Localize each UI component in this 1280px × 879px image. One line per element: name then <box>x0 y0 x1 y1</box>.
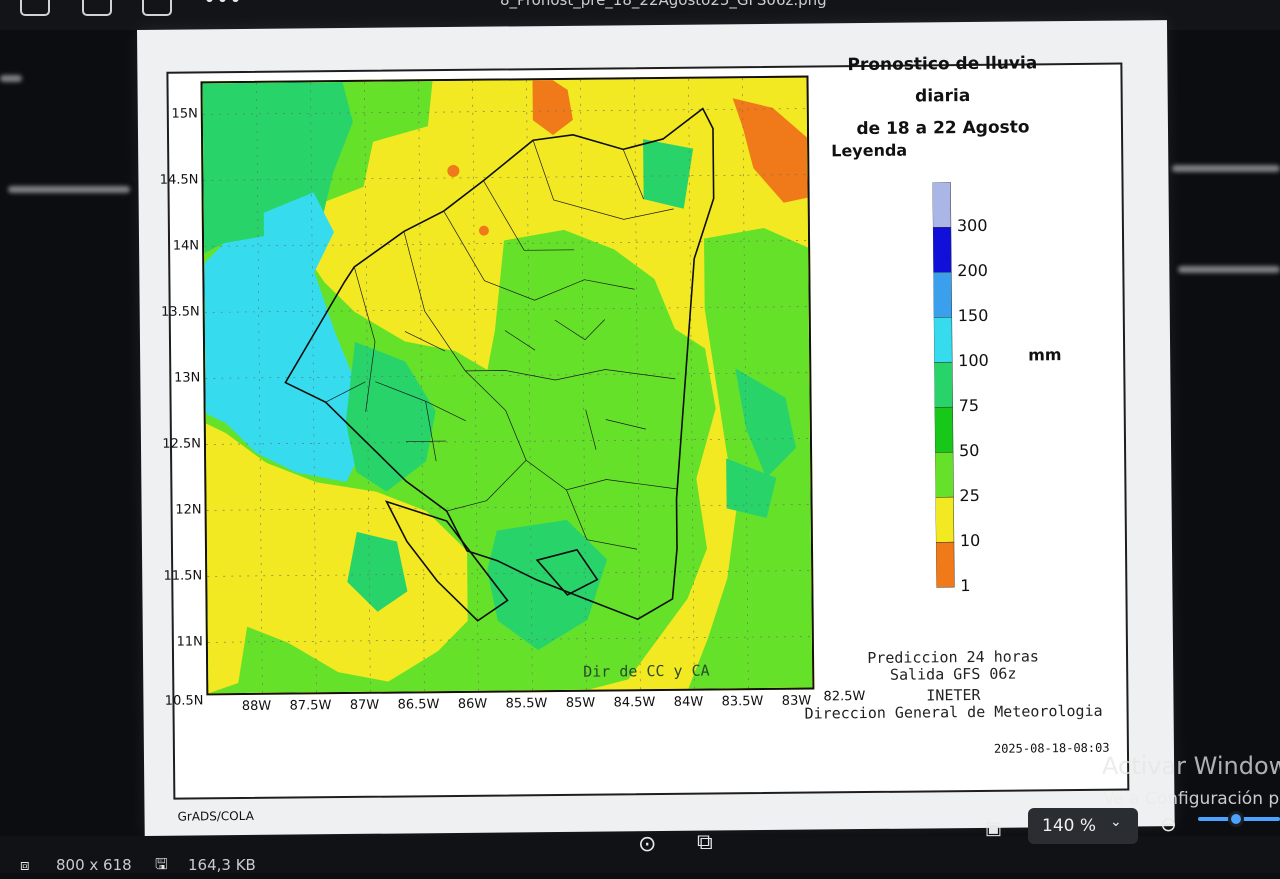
agency-info: INETER Direccion General de Meteorologia <box>803 686 1103 723</box>
lat-label: 15N <box>171 106 198 122</box>
forecast-info: Prediccion 24 horas Salida GFS 06z <box>803 647 1103 685</box>
legend-title: Leyenda <box>831 140 908 161</box>
source-label: Dir de CC y CA <box>583 661 710 681</box>
zoom-slider[interactable] <box>1198 811 1280 827</box>
lat-label: 12N <box>175 502 202 518</box>
image-dimensions: 800 x 618 <box>56 856 132 874</box>
lon-label: 86W <box>457 696 488 712</box>
software-credit: GrADS/COLA <box>177 808 254 824</box>
legend-level: 25 <box>959 485 980 506</box>
legend-level: 50 <box>958 440 980 461</box>
legend-level: 200 <box>957 260 988 281</box>
more-options-icon[interactable]: ••• <box>203 0 242 13</box>
lat-label: 12.5N <box>162 436 202 452</box>
fit-to-window-icon[interactable]: ▣ <box>985 818 1002 839</box>
edit-icon[interactable] <box>82 0 112 16</box>
image-size-icon: ⧈ <box>20 856 30 874</box>
screen-glare <box>1178 266 1280 273</box>
screen-glare <box>0 75 22 82</box>
lat-label: 10.5N <box>164 693 204 709</box>
lon-label: 86.5W <box>397 697 440 713</box>
legend-level: 10 <box>959 530 981 551</box>
windows-activation-watermark: Activar Windows <box>1102 752 1280 780</box>
file-size: 164,3 KB <box>188 856 256 874</box>
timestamp: 2025-08-18-08:03 <box>993 740 1110 756</box>
map-title: Pronostico de lluvia diaria de 18 a 22 A… <box>817 47 1068 145</box>
lon-label: 84.5W <box>613 695 656 711</box>
info-line: Salida GFS 06z <box>889 664 1017 684</box>
zoom-slider-thumb[interactable] <box>1228 811 1244 827</box>
lat-label: 14N <box>172 238 200 254</box>
visual-search-icon[interactable]: ⊙ <box>638 832 656 857</box>
lon-label: 88W <box>241 698 272 715</box>
lon-label: 87.5W <box>289 698 332 714</box>
zoom-dropdown[interactable]: 140 % ⌄ <box>1028 808 1138 844</box>
chevron-down-icon: ⌄ <box>1110 814 1122 830</box>
screen-glare <box>8 186 130 193</box>
lat-label: 13.5N <box>160 304 200 320</box>
lon-label: 84W <box>673 694 704 710</box>
displayed-image: Pronostico de lluvia diaria de 18 a 22 A… <box>137 20 1175 836</box>
lat-label: 14.5N <box>159 172 199 188</box>
zoom-value: 140 % <box>1042 816 1097 836</box>
lat-label: 11N <box>176 634 203 650</box>
screen-glare <box>1172 165 1280 172</box>
agency-department: Direccion General de Meteorologia <box>804 701 1103 723</box>
share-icon[interactable] <box>142 0 172 16</box>
rainfall-contour-map <box>202 77 813 694</box>
map-title-line1: Pronostico de lluvia diaria <box>847 53 1038 107</box>
lat-label: 11.5N <box>163 568 203 584</box>
legend-level: 100 <box>958 350 989 371</box>
rainfall-map <box>200 75 815 696</box>
zoom-out-icon[interactable]: ⊖ <box>1160 812 1177 836</box>
legend-unit: mm <box>1028 345 1062 365</box>
lat-label: 13N <box>173 370 201 386</box>
legend-level: 300 <box>956 215 988 236</box>
save-icon: 🖫 <box>155 855 168 873</box>
print-icon[interactable] <box>20 0 50 16</box>
lon-label: 85W <box>565 695 596 711</box>
lon-label: 85.5W <box>505 696 548 712</box>
windows-activation-subtitle: Ve a Configuración pa <box>1103 789 1280 809</box>
lon-label: 87W <box>349 697 380 713</box>
legend-level: 150 <box>957 305 989 326</box>
lon-label: 83.5W <box>721 694 764 710</box>
legend-level: 75 <box>958 395 980 416</box>
extract-text-icon[interactable]: ⧉ <box>697 830 713 855</box>
legend-colorbar <box>932 182 955 588</box>
legend-level: 1 <box>960 576 971 596</box>
file-title: 8_Pronost_pre_18_22Agosto25_GFS06z.png <box>500 0 827 9</box>
